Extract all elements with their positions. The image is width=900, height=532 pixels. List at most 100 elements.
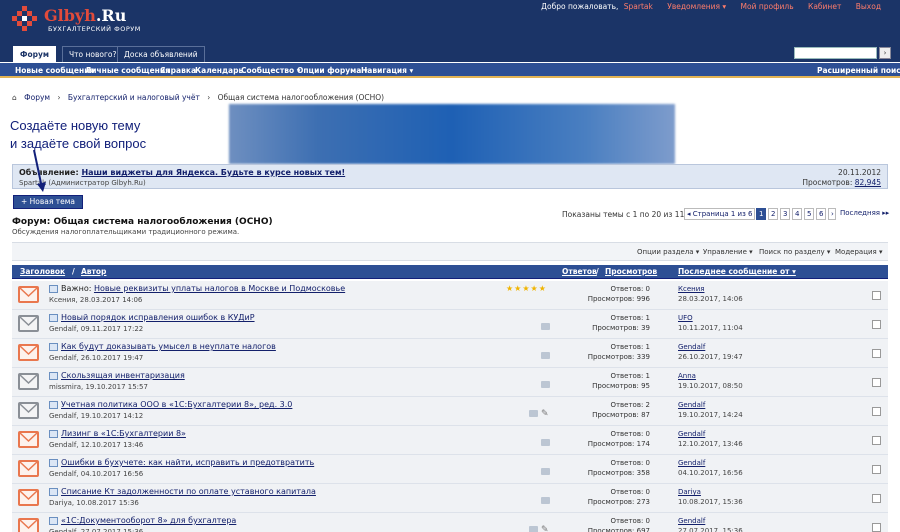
last-post-date: 10.11.2017, 11:04 (678, 324, 743, 332)
thread-checkbox[interactable] (872, 320, 881, 329)
last-post-date: 28.03.2017, 14:06 (678, 295, 743, 303)
subnav-private-messages[interactable]: Личные сообщения (85, 66, 170, 75)
pagination-page[interactable]: 2 (768, 208, 778, 220)
subnav-calendar[interactable]: Календарь (195, 66, 243, 75)
thread-checkbox[interactable] (872, 465, 881, 474)
logo-icon[interactable] (12, 6, 38, 32)
thread-title: Списание Кт задолженности по оплате уста… (61, 487, 316, 496)
subnav-community[interactable]: Сообщество ▾ (241, 66, 301, 75)
table-row[interactable]: Новый порядок исправления ошибок в КУДиР… (12, 310, 888, 339)
last-post-user[interactable]: Gendalf (678, 429, 743, 439)
thread-icon (49, 285, 58, 293)
notifications-link[interactable]: Уведомления ▾ (667, 2, 726, 11)
tag-icon[interactable] (541, 468, 550, 475)
logout-link[interactable]: Выход (856, 2, 881, 11)
moderation-menu[interactable]: Модерация ▾ (835, 248, 882, 256)
breadcrumb-forum[interactable]: Форум (24, 93, 50, 102)
home-icon[interactable]: ⌂ (12, 93, 17, 102)
attachment-icon[interactable]: ✎ (541, 409, 549, 419)
thread-link[interactable]: Списание Кт задолженности по оплате уста… (61, 487, 316, 496)
table-row[interactable]: Лизинг в «1С:Бухгалтерии 8» Gendalf, 12.1… (12, 426, 888, 455)
tab-whats-new[interactable]: Что нового? (62, 46, 124, 62)
search-button[interactable]: › (879, 47, 891, 59)
sort-views[interactable]: Просмотров (605, 267, 657, 276)
thread-link[interactable]: Лизинг в «1С:Бухгалтерии 8» (61, 429, 186, 438)
table-row[interactable]: «1С:Документооборот 8» для бухгалтера Gen… (12, 513, 888, 532)
site-header: Glbyh.Ru БУХГАЛТЕРСКИЙ ФОРУМ Добро пожал… (0, 0, 900, 44)
sort-title[interactable]: Заголовок (20, 267, 65, 276)
table-row[interactable]: Как будут доказывать умысел в неуплате н… (12, 339, 888, 368)
profile-link[interactable]: Мой профиль (741, 2, 794, 11)
cabinet-link[interactable]: Кабинет (808, 2, 841, 11)
section-options-menu[interactable]: Опции раздела ▾ (637, 248, 699, 256)
attachment-icon[interactable]: ✎ (541, 525, 549, 532)
search-input[interactable] (794, 47, 877, 59)
thread-link[interactable]: Скользящая инвентаризация (61, 371, 185, 380)
pagination-page[interactable]: 5 (804, 208, 814, 220)
last-post-user[interactable]: Gendalf (678, 342, 743, 352)
last-post-user[interactable]: Ксения (678, 284, 743, 294)
thread-link[interactable]: Ошибки в бухучете: как найти, исправить … (61, 458, 314, 467)
last-post-user[interactable]: Gendalf (678, 400, 743, 410)
username-link[interactable]: Spartak (624, 2, 653, 11)
tag-icon[interactable] (529, 526, 538, 532)
pagination-page[interactable]: 3 (780, 208, 790, 220)
last-post-user[interactable]: UFO (678, 313, 743, 323)
thread-checkbox[interactable] (872, 349, 881, 358)
pagination-page[interactable]: 6 (816, 208, 826, 220)
ad-banner[interactable] (229, 104, 675, 164)
thread-link[interactable]: Новый порядок исправления ошибок в КУДиР (61, 313, 255, 322)
subnav-forum-options[interactable]: Опции форума ▾ (297, 66, 368, 75)
subnav-navigation[interactable]: Навигация ▾ (361, 66, 413, 75)
tag-icon[interactable] (541, 323, 550, 330)
tag-icon[interactable] (541, 439, 550, 446)
last-post-user[interactable]: Dariya (678, 487, 743, 497)
subnav-help[interactable]: Справка (160, 66, 196, 75)
logo-title[interactable]: Glbyh.Ru (44, 6, 126, 25)
thread-link[interactable]: «1С:Документооборот 8» для бухгалтера (61, 516, 236, 525)
table-row[interactable]: Важно: Новые реквизиты уплаты налогов в … (12, 281, 888, 310)
thread-link[interactable]: Новые реквизиты уплаты налогов в Москве … (94, 284, 345, 293)
breadcrumb-accounting[interactable]: Бухгалтерский и налоговый учёт (68, 93, 200, 102)
thread-checkbox[interactable] (872, 407, 881, 416)
thread-checkbox[interactable] (872, 494, 881, 503)
header-separator: / (596, 267, 599, 276)
thread-checkbox[interactable] (872, 291, 881, 300)
sort-replies[interactable]: Ответов (562, 267, 597, 276)
tag-icon[interactable] (529, 410, 538, 417)
last-post-user[interactable]: Gendalf (678, 516, 743, 526)
thread-checkbox[interactable] (872, 378, 881, 387)
thread-link[interactable]: Учетная политика ООО в «1С:Бухгалтерии 8… (61, 400, 292, 409)
pagination-page[interactable]: 4 (792, 208, 802, 220)
sort-author[interactable]: Автор (81, 267, 106, 276)
table-row[interactable]: Ошибки в бухучете: как найти, исправить … (12, 455, 888, 484)
table-row[interactable]: Списание Кт задолженности по оплате уста… (12, 484, 888, 513)
tag-icon[interactable] (541, 497, 550, 504)
advanced-search-link[interactable]: Расширенный поиск (817, 66, 900, 75)
tag-icon[interactable] (541, 381, 550, 388)
table-row[interactable]: Учетная политика ООО в «1С:Бухгалтерии 8… (12, 397, 888, 426)
thread-link[interactable]: Как будут доказывать умысел в неуплате н… (61, 342, 276, 351)
last-post: Dariya 10.08.2017, 15:36 (678, 487, 743, 507)
thread-checkbox[interactable] (872, 523, 881, 532)
last-post-user[interactable]: Gendalf (678, 458, 743, 468)
announcement-link[interactable]: Наши виджеты для Яндекса. Будьте в курсе… (81, 168, 345, 177)
thread-checkbox[interactable] (872, 436, 881, 445)
pagination-next[interactable]: › (828, 208, 836, 220)
manage-menu[interactable]: Управление ▾ (703, 248, 753, 256)
last-post-date: 27.07.2017, 15:36 (678, 527, 743, 532)
pagination-page-current[interactable]: 1 (756, 208, 766, 220)
thread-icon (49, 314, 58, 322)
new-topic-button[interactable]: + Новая тема (13, 195, 83, 209)
last-post-user[interactable]: Anna (678, 371, 743, 381)
pagination-prev[interactable]: ◂ Страница 1 из 6 (684, 208, 755, 220)
subnav-new-posts[interactable]: Новые сообщения (15, 66, 94, 75)
search-section-menu[interactable]: Поиск по разделу ▾ (759, 248, 830, 256)
sort-last-post[interactable]: Последнее сообщение от ▾ (678, 267, 796, 276)
table-row[interactable]: Скользящая инвентаризация missmira, 19.10… (12, 368, 888, 397)
tab-forum[interactable]: Форум (13, 46, 56, 62)
tag-icon[interactable] (541, 352, 550, 359)
pagination-last[interactable]: Последняя ▸▸ (838, 208, 889, 220)
tab-classifieds[interactable]: Доска объявлений (117, 46, 205, 62)
forum-description: Обсуждения налогоплательщиками традицион… (12, 228, 240, 236)
